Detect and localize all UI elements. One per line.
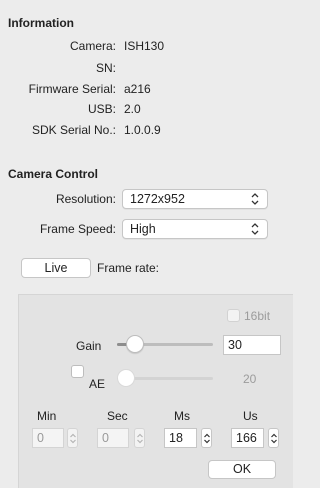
camera-value: ISH130 xyxy=(124,39,165,53)
firmware-serial-value: a216 xyxy=(124,82,151,96)
stepper-arrows-icon xyxy=(70,433,76,444)
us-stepper[interactable] xyxy=(268,428,279,448)
sn-label: SN: xyxy=(95,61,116,75)
ae-label: AE xyxy=(89,377,106,391)
frame-rate-label: Frame rate: xyxy=(97,261,160,275)
usb-label: USB: xyxy=(87,102,116,116)
camera-control-title: Camera Control xyxy=(8,167,99,181)
resolution-select[interactable]: 1272x952 xyxy=(122,189,268,209)
camera-label: Camera: xyxy=(69,39,116,53)
frame-speed-select[interactable]: High xyxy=(122,219,268,239)
ms-header: Ms xyxy=(174,409,190,423)
min-stepper[interactable] xyxy=(67,428,78,448)
us-header: Us xyxy=(243,409,258,423)
us-input[interactable]: 166 xyxy=(231,428,264,448)
ae-checkbox[interactable] xyxy=(71,365,84,378)
ae-slider-knob[interactable] xyxy=(117,369,135,387)
sec-header: Sec xyxy=(107,409,128,423)
up-down-chevron-icon xyxy=(251,193,259,205)
sec-stepper[interactable] xyxy=(134,428,145,448)
stepper-arrows-icon xyxy=(137,433,143,444)
usb-value: 2.0 xyxy=(124,102,141,116)
resolution-label: Resolution: xyxy=(55,192,116,206)
sdk-serial-value: 1.0.0.9 xyxy=(124,123,161,137)
stepper-arrows-icon xyxy=(204,433,210,444)
frame-speed-label: Frame Speed: xyxy=(39,222,116,236)
firmware-serial-label: Firmware Serial: xyxy=(28,82,116,96)
frame-speed-select-value: High xyxy=(130,222,156,236)
information-title: Information xyxy=(8,16,74,30)
min-input[interactable]: 0 xyxy=(32,428,64,448)
gain-input[interactable]: 30 xyxy=(223,335,281,355)
ok-button[interactable]: OK xyxy=(208,460,276,479)
gain-label: Gain xyxy=(76,339,102,353)
sdk-serial-label: SDK Serial No.: xyxy=(31,123,116,137)
exposure-panel xyxy=(18,294,293,488)
up-down-chevron-icon xyxy=(251,223,259,235)
resolution-select-value: 1272x952 xyxy=(130,192,185,206)
stepper-arrows-icon xyxy=(271,433,277,444)
ms-stepper[interactable] xyxy=(201,428,212,448)
16bit-label: 16bit xyxy=(244,309,271,323)
ae-value: 20 xyxy=(243,372,257,386)
min-header: Min xyxy=(37,409,57,423)
sec-input[interactable]: 0 xyxy=(97,428,129,448)
16bit-checkbox[interactable] xyxy=(227,309,240,322)
live-button[interactable]: Live xyxy=(21,258,91,278)
ms-input[interactable]: 18 xyxy=(164,428,197,448)
